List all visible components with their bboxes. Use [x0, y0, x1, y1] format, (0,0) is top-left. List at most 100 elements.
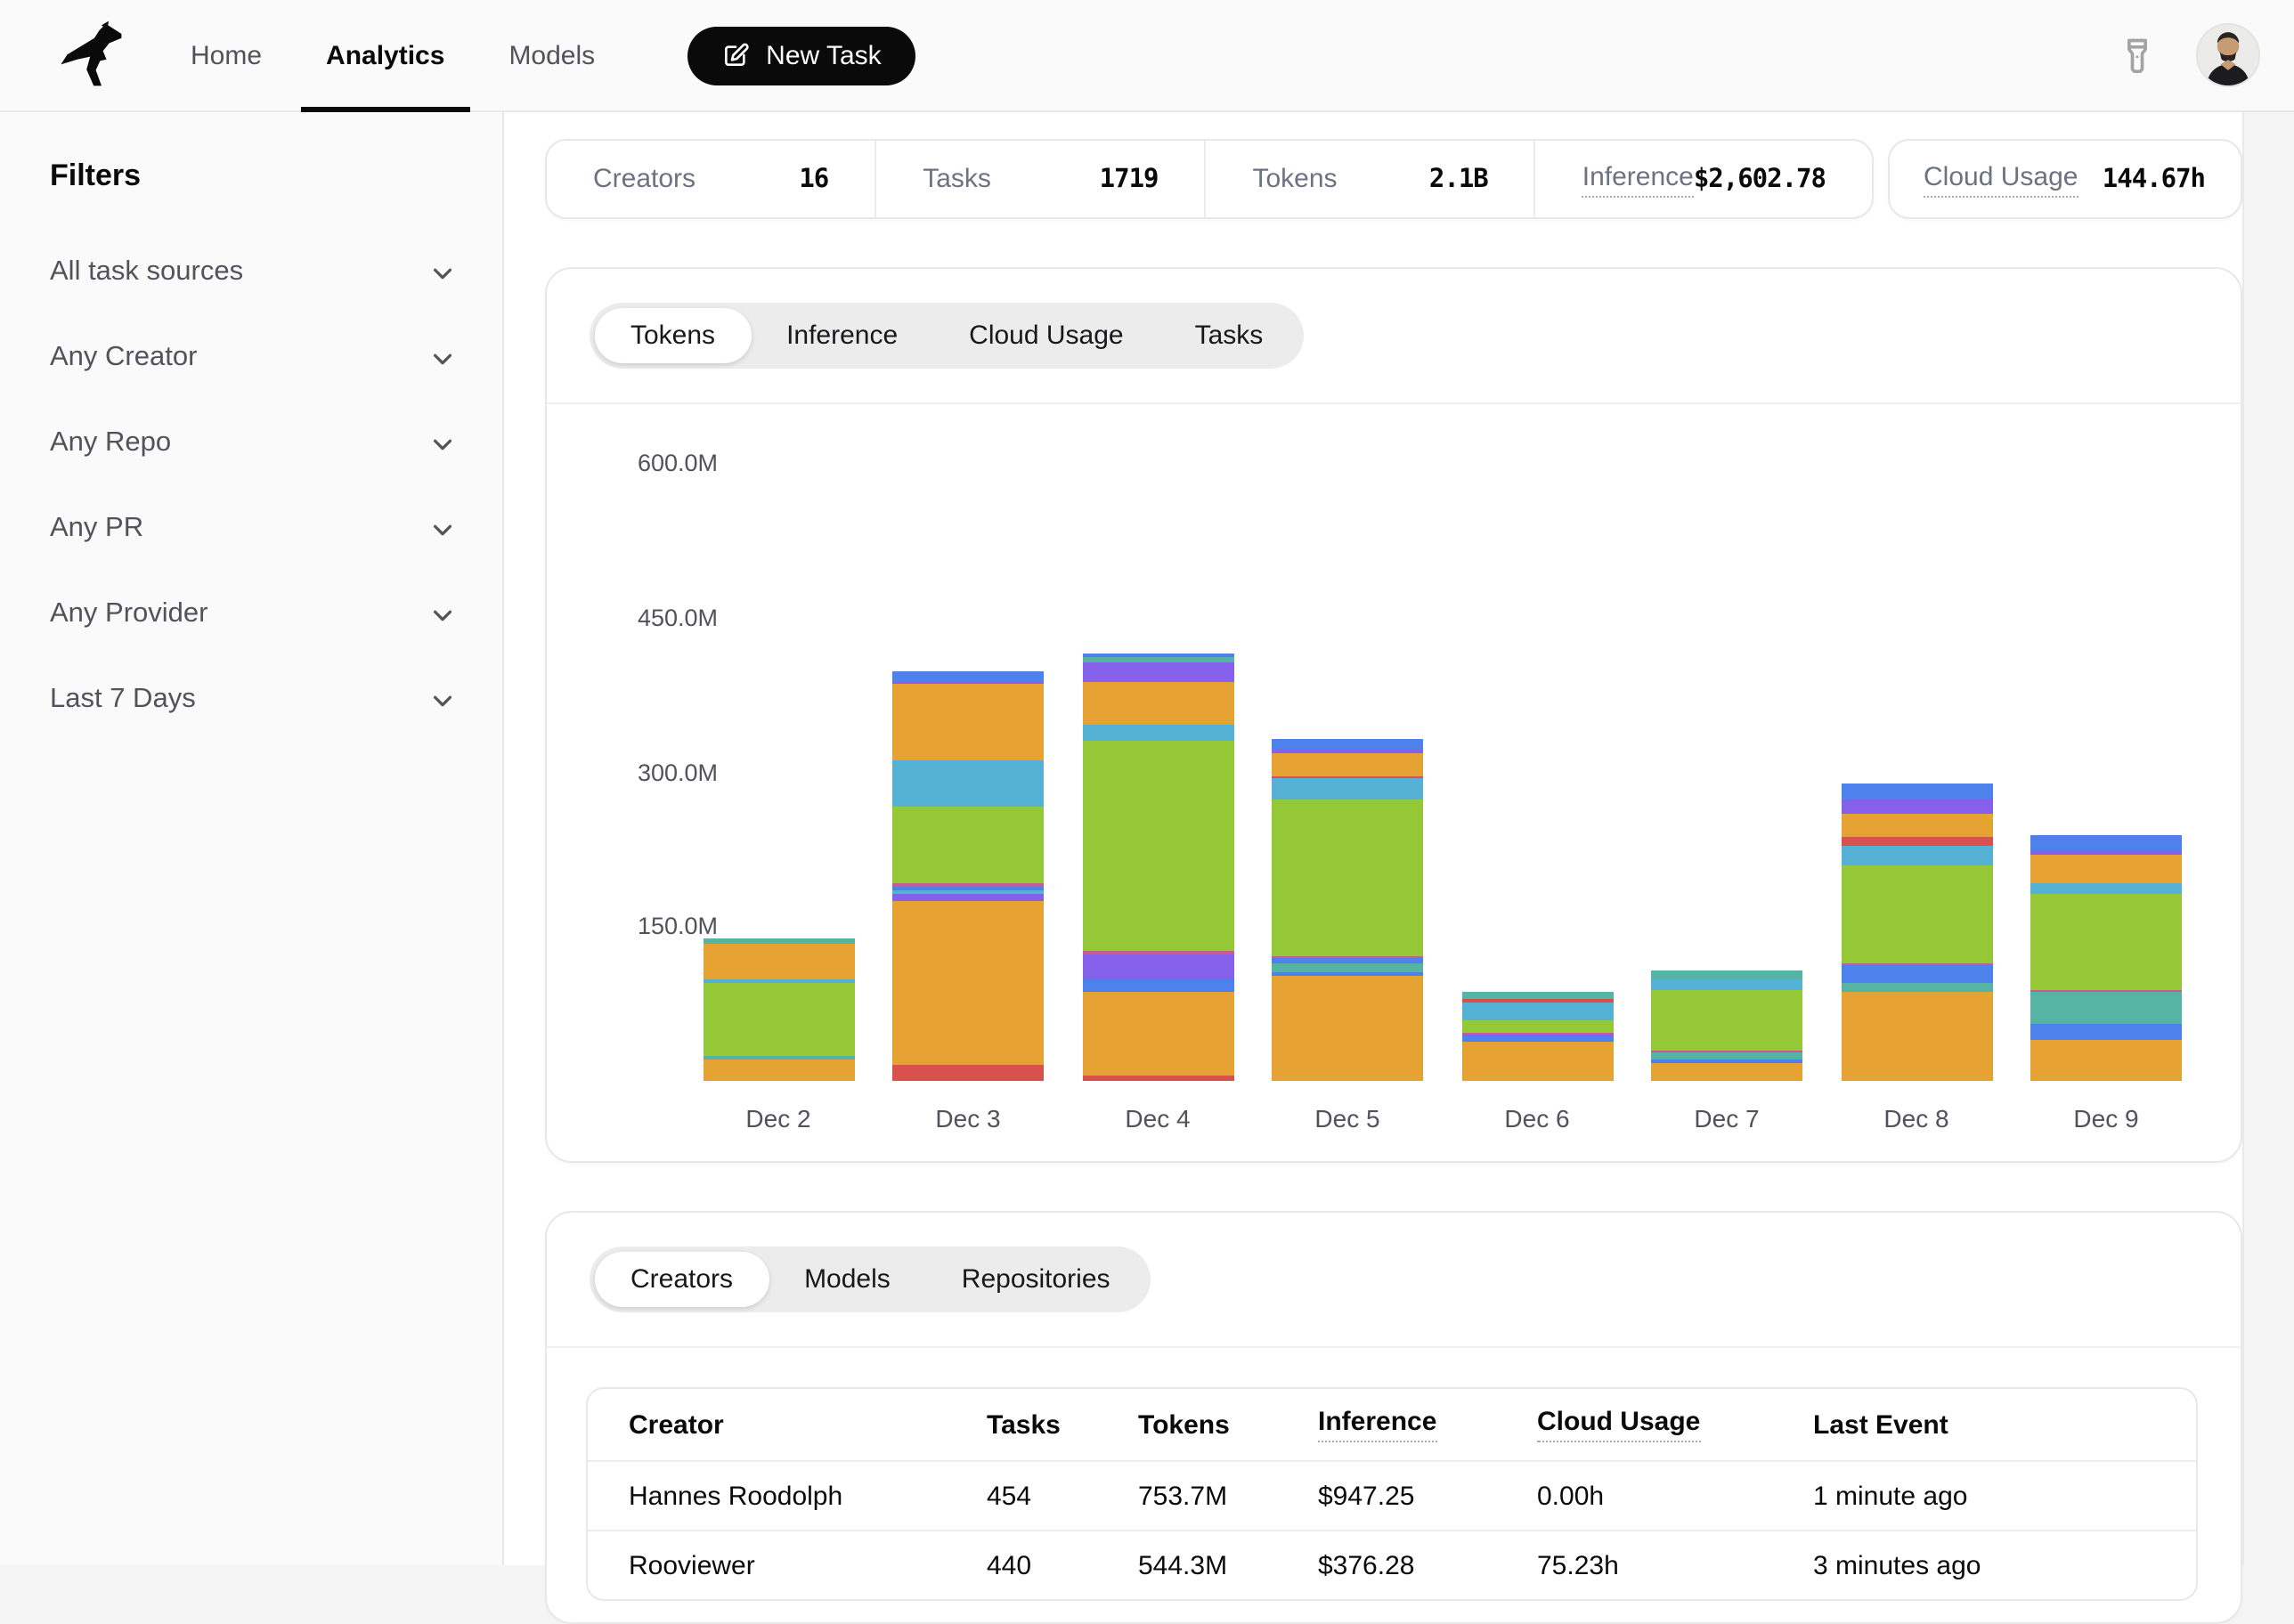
stacked-bar-dec-9[interactable] — [2030, 835, 2182, 1081]
avatar[interactable] — [2196, 23, 2260, 87]
bar-segment-blue — [1272, 738, 1423, 750]
tab-inference[interactable]: Inference — [751, 308, 933, 363]
main-content: Creators16Tasks1719Tokens2.1BInference$2… — [504, 112, 2242, 1565]
bar-segment-skyblue — [1651, 980, 1802, 989]
stat-value: 1719 — [1100, 165, 1159, 193]
cell-inference: $376.28 — [1318, 1550, 1537, 1580]
stat-label[interactable]: Cloud Usage — [1924, 161, 2078, 197]
table-row[interactable]: Hannes Roodolph454753.7M$947.250.00h1 mi… — [588, 1460, 2196, 1530]
bar-segment-teal — [1841, 983, 1992, 992]
bar-segment-orange — [703, 1060, 854, 1081]
creators-table: CreatorTasksTokensInferenceCloud UsageLa… — [586, 1387, 2198, 1601]
bar-segment-teal — [1651, 1053, 1802, 1060]
kangaroo-logo[interactable] — [59, 20, 130, 91]
stat-label: Creators — [593, 164, 696, 194]
stacked-bar-dec-7[interactable] — [1651, 970, 1802, 1081]
bar-segment-green — [703, 983, 854, 1057]
filter-label: Last 7 Days — [50, 684, 196, 716]
bar-segment-blue — [1082, 980, 1233, 993]
bar-segment-orange — [1082, 682, 1233, 726]
filter-item-5[interactable]: Last 7 Days — [50, 657, 467, 743]
filter-label: All task sources — [50, 256, 243, 288]
column-header-tokens: Tokens — [1138, 1409, 1318, 1440]
filter-label: Any Provider — [50, 598, 207, 630]
cell-creator: Hannes Roodolph — [629, 1481, 987, 1511]
bar-segment-orange — [892, 901, 1044, 1065]
y-axis-tick: 600.0M — [547, 450, 718, 476]
cell-last_event: 3 minutes ago — [1813, 1550, 2196, 1580]
stat-label: Tokens — [1253, 164, 1338, 194]
table-body: Hannes Roodolph454753.7M$947.250.00h1 mi… — [588, 1460, 2196, 1599]
stacked-bar-dec-2[interactable] — [703, 939, 854, 1081]
bar-segment-teal — [1082, 657, 1233, 663]
x-axis-label: Dec 5 — [1272, 1104, 1423, 1133]
bar-segment-teal — [1272, 962, 1423, 971]
stat-value: $2,602.78 — [1694, 165, 1826, 193]
bar-segment-red — [1082, 1076, 1233, 1081]
bar-segment-purple — [1082, 663, 1233, 682]
filter-label: Any PR — [50, 513, 143, 545]
bar-segment-green — [1272, 800, 1423, 956]
stats-row: Creators16Tasks1719Tokens2.1BInference$2… — [545, 139, 2242, 219]
bar-segment-orange — [1082, 993, 1233, 1076]
filter-list: All task sources Any Creator Any Repo Any P… — [50, 230, 467, 743]
tab-tokens[interactable]: Tokens — [595, 308, 751, 363]
app-window: Home Analytics Models New Task — [0, 0, 2294, 1565]
stacked-bar-dec-5[interactable] — [1272, 738, 1423, 1081]
cell-tokens: 544.3M — [1138, 1550, 1318, 1580]
stacked-bar-dec-6[interactable] — [1461, 992, 1613, 1081]
column-header-inference[interactable]: Inference — [1318, 1407, 1537, 1442]
chart-tabs-row: TokensInferenceCloud UsageTasks — [547, 269, 2241, 404]
table-row[interactable]: Rooviewer440544.3M$376.2875.23h3 minutes… — [588, 1530, 2196, 1599]
bar-segment-skyblue — [1272, 779, 1423, 800]
tab-tasks[interactable]: Tasks — [1159, 308, 1299, 363]
bar-segment-blue — [1841, 784, 1992, 800]
tab-models[interactable]: Models — [769, 1252, 926, 1307]
bar-segment-skyblue — [2030, 883, 2182, 895]
filter-item-4[interactable]: Any Provider — [50, 572, 467, 657]
list-tabs-row: CreatorsModelsRepositories — [547, 1213, 2241, 1348]
new-task-button[interactable]: New Task — [687, 26, 915, 85]
nav-item-analytics[interactable]: Analytics — [315, 0, 455, 111]
scroll-gutter[interactable] — [2242, 112, 2294, 1565]
column-header-cloud-usage[interactable]: Cloud Usage — [1537, 1407, 1813, 1442]
bar-segment-green — [1082, 742, 1233, 952]
filter-item-3[interactable]: Any PR — [50, 486, 467, 572]
tab-cloud-usage[interactable]: Cloud Usage — [933, 308, 1159, 363]
bar-segment-orange — [1272, 976, 1423, 1081]
stat-label: Tasks — [923, 164, 991, 194]
bar-segment-skyblue — [1841, 847, 1992, 865]
chevron-down-icon — [429, 430, 456, 457]
stacked-bar-dec-4[interactable] — [1082, 653, 1233, 1081]
cloud-usage-card: Cloud Usage144.67h — [1888, 139, 2242, 219]
bar-segment-green — [1841, 865, 1992, 962]
cell-creator: Rooviewer — [629, 1550, 987, 1580]
x-axis-label: Dec 3 — [892, 1104, 1044, 1133]
filter-item-2[interactable]: Any Repo — [50, 401, 467, 486]
stacked-bar-dec-8[interactable] — [1841, 784, 1992, 1081]
flashlight-icon[interactable] — [2111, 28, 2164, 82]
nav-item-models[interactable]: Models — [498, 0, 606, 111]
stat-value: 16 — [799, 165, 828, 193]
bar-segment-skyblue — [892, 760, 1044, 807]
column-header-label: Creator — [629, 1409, 724, 1440]
tab-creators[interactable]: Creators — [595, 1252, 769, 1307]
chart-tabs: TokensInferenceCloud UsageTasks — [590, 303, 1304, 369]
filter-item-1[interactable]: Any Creator — [50, 315, 467, 401]
nav-item-home[interactable]: Home — [180, 0, 273, 111]
tab-repositories[interactable]: Repositories — [926, 1252, 1146, 1307]
filter-label: Any Repo — [50, 427, 171, 459]
bar-segment-red — [892, 1065, 1044, 1082]
bar-segment-green — [1461, 1020, 1613, 1034]
x-axis-label: Dec 7 — [1651, 1104, 1802, 1133]
x-axis-label: Dec 6 — [1461, 1104, 1613, 1133]
stat-label[interactable]: Inference — [1582, 161, 1694, 197]
filter-item-0[interactable]: All task sources — [50, 230, 467, 315]
bar-segment-purple — [892, 895, 1044, 901]
bar-segment-orange — [1461, 1042, 1613, 1081]
x-axis-label: Dec 2 — [703, 1104, 854, 1133]
cell-tokens: 753.7M — [1138, 1481, 1318, 1511]
bar-segment-purple — [1841, 800, 1992, 815]
stacked-bar-dec-3[interactable] — [892, 672, 1044, 1081]
edit-icon — [721, 41, 750, 69]
